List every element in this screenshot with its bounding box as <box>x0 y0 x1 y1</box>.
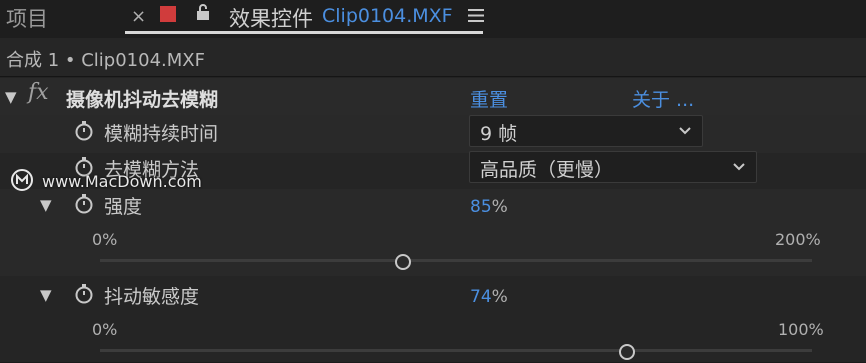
strength-slider-handle[interactable] <box>394 254 411 270</box>
jitter-sensitivity-min-label: 0% <box>92 320 118 339</box>
expand-triangle-icon[interactable]: ▼ <box>40 286 52 304</box>
deblur-method-dropdown[interactable]: 高品质（更慢） <box>469 151 757 183</box>
source-color-icon <box>160 6 176 22</box>
tab-effect-controls[interactable]: 效果控件 <box>229 3 313 33</box>
breadcrumb[interactable]: 合成 1 • Clip0104.MXF <box>6 46 205 72</box>
jitter-sensitivity-value[interactable]: 74 <box>470 287 492 307</box>
strength-value[interactable]: 85 <box>470 197 492 217</box>
chevron-down-icon <box>679 127 691 135</box>
watermark-text: www.MacDown.com <box>42 172 202 191</box>
jitter-sensitivity-label: 抖动敏感度 <box>104 286 200 308</box>
stopwatch-icon[interactable] <box>74 120 94 142</box>
jitter-sensitivity-slider-track[interactable] <box>100 349 812 352</box>
jitter-sensitivity-max-label: 100% <box>778 320 824 339</box>
panel-menu-icon[interactable] <box>468 9 484 22</box>
expand-triangle-icon[interactable]: ▼ <box>5 88 17 106</box>
strength-slider-track[interactable] <box>100 259 812 262</box>
chevron-down-icon <box>733 163 745 171</box>
reset-link[interactable]: 重置 <box>470 85 508 112</box>
strength-label: 强度 <box>104 196 143 218</box>
strength-max-label: 200% <box>775 230 821 249</box>
strength-value-group[interactable]: 85% <box>470 195 508 217</box>
strength-min-label: 0% <box>92 230 118 249</box>
stopwatch-icon[interactable] <box>74 283 94 305</box>
effect-name: 摄像机抖动去模糊 <box>66 89 219 111</box>
jitter-sensitivity-value-group[interactable]: 74% <box>470 285 508 307</box>
tab-project[interactable]: 项目 <box>6 3 48 33</box>
jitter-sensitivity-unit: % <box>491 287 508 307</box>
lock-icon[interactable] <box>195 4 211 21</box>
active-tab-indicator <box>125 31 483 34</box>
jitter-sensitivity-slider-handle[interactable] <box>618 344 635 360</box>
watermark-logo-icon <box>11 169 33 191</box>
about-link[interactable]: 关于 ... <box>632 85 694 112</box>
blur-duration-value: 9 帧 <box>480 123 518 145</box>
deblur-method-value: 高品质（更慢） <box>480 159 614 181</box>
strength-unit: % <box>491 197 508 217</box>
close-tab-button[interactable]: × <box>131 6 146 27</box>
blur-duration-label: 模糊持续时间 <box>104 123 219 145</box>
tab-effect-controls-clip[interactable]: Clip0104.MXF <box>322 5 453 27</box>
stopwatch-icon[interactable] <box>74 193 94 215</box>
expand-triangle-icon[interactable]: ▼ <box>40 196 52 214</box>
blur-duration-dropdown[interactable]: 9 帧 <box>469 115 703 147</box>
fx-toggle[interactable]: fx <box>28 80 49 105</box>
